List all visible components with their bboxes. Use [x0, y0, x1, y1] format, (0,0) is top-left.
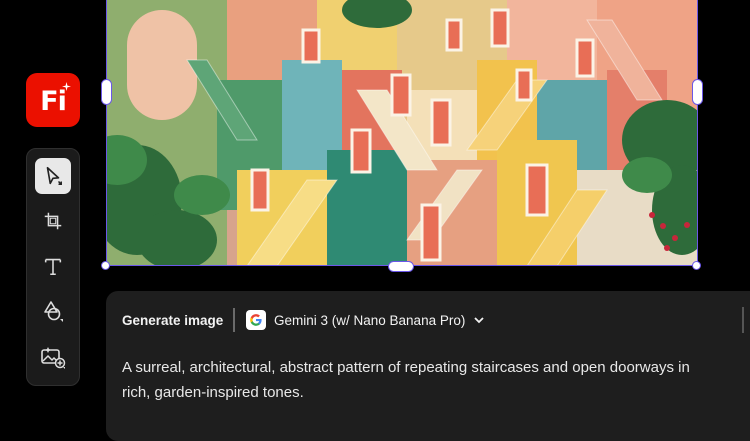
- divider: [233, 308, 235, 332]
- resize-handle-bottom[interactable]: [388, 261, 414, 272]
- model-selector[interactable]: Gemini 3 (w/ Nano Banana Pro): [246, 309, 485, 331]
- sparkle-icon: [62, 82, 71, 91]
- staircase-artwork: [107, 0, 698, 266]
- frame-tool-button[interactable]: [35, 203, 71, 239]
- generate-image-tool-button[interactable]: [35, 339, 71, 375]
- generate-panel: Generate image Gemini 3 (w/ Nano Banana …: [106, 291, 750, 441]
- model-name: Gemini 3 (w/ Nano Banana Pro): [274, 312, 466, 328]
- app-logo[interactable]: Fi: [26, 73, 80, 127]
- resize-handle-bottom-right[interactable]: [692, 261, 701, 270]
- chevron-down-icon: [474, 317, 484, 324]
- image-add-icon: [41, 347, 66, 369]
- prompt-text[interactable]: A surreal, architectural, abstract patte…: [122, 355, 722, 405]
- select-tool-button[interactable]: [35, 158, 71, 194]
- text-icon: [44, 258, 62, 276]
- resize-handle-right[interactable]: [692, 79, 703, 105]
- tool-bar: [26, 148, 80, 386]
- crop-frame-icon: [44, 212, 62, 230]
- generate-image-label: Generate image: [122, 313, 224, 328]
- shapes-icon: [44, 301, 63, 322]
- pointer-icon: [46, 166, 62, 185]
- resize-handle-bottom-left[interactable]: [101, 261, 110, 270]
- shape-tool-button[interactable]: [35, 293, 71, 329]
- canvas-image[interactable]: [107, 0, 698, 266]
- resize-handle-left[interactable]: [101, 79, 112, 105]
- google-logo-icon: [246, 310, 266, 330]
- text-tool-button[interactable]: [35, 248, 71, 284]
- panel-scroll-indicator: [742, 307, 744, 333]
